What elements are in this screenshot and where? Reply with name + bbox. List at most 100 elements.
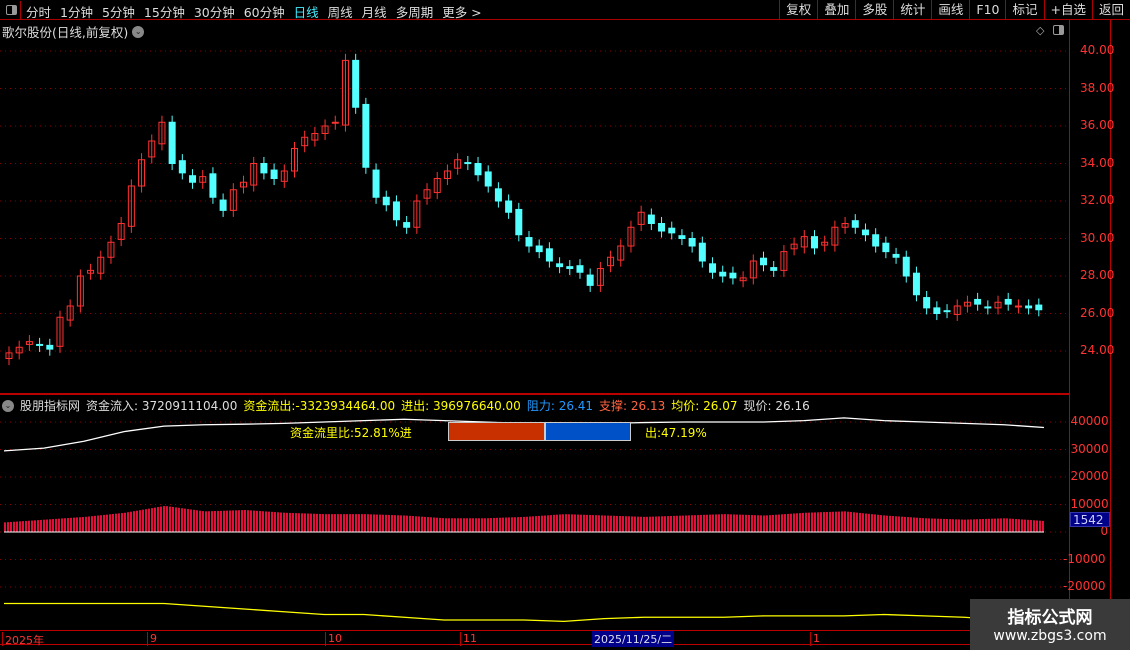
histogram-bar — [214, 511, 216, 532]
support-value: 26.13 — [630, 399, 666, 413]
histogram-bar — [739, 514, 741, 532]
toolbar-button[interactable]: 叠加 — [817, 0, 855, 20]
toolbar-button[interactable]: F10 — [969, 0, 1005, 20]
candle-body — [984, 306, 992, 309]
inflow-ratio-bar — [448, 422, 545, 441]
histogram-bar — [91, 516, 93, 532]
histogram-bar — [301, 513, 303, 532]
price-tick-label: 40.00 — [1080, 43, 1115, 57]
histogram-bar — [295, 513, 297, 532]
avg-label: 均价: — [671, 399, 700, 413]
inflow-label: 资金流入: — [86, 399, 139, 413]
histogram-bar — [460, 518, 462, 532]
histogram-bar — [379, 514, 381, 532]
histogram-bar — [121, 513, 123, 532]
chevron-down-icon[interactable]: ⌄ — [2, 399, 14, 412]
candle-body — [586, 274, 594, 286]
current-value-tag: 1542 — [1070, 512, 1110, 527]
histogram-bar — [22, 521, 24, 532]
histogram-bar — [562, 514, 564, 532]
histogram-bar — [232, 510, 234, 532]
histogram-bar — [634, 516, 636, 532]
histogram-bar — [79, 517, 81, 532]
tab-period[interactable]: 30分钟 — [194, 2, 235, 21]
histogram-bar — [307, 513, 309, 532]
candle-body — [352, 59, 360, 108]
histogram-bar — [859, 512, 861, 532]
date-tick-label: 2025年 — [2, 632, 44, 647]
toolbar-button[interactable]: 统计 — [893, 0, 931, 20]
histogram-bar — [676, 515, 678, 532]
histogram-bar — [742, 514, 744, 532]
histogram-bar — [517, 517, 519, 532]
histogram-bar — [985, 518, 987, 532]
histogram-bar — [973, 519, 975, 532]
histogram-bar — [637, 516, 639, 532]
toolbar-button[interactable]: 复权 — [779, 0, 817, 20]
candle-body — [912, 272, 920, 296]
histogram-bar — [910, 517, 912, 532]
histogram-bar — [1039, 520, 1041, 532]
candle-body — [331, 121, 339, 124]
tab-period[interactable]: 多周期 — [396, 2, 434, 21]
candle-body — [974, 298, 982, 305]
support-label: 支撑: — [599, 399, 628, 413]
price-tick-label: 36.00 — [1080, 118, 1115, 132]
histogram-bar — [553, 514, 555, 532]
price-tick-label: 38.00 — [1080, 80, 1115, 95]
tab-period[interactable]: 1分钟 — [60, 2, 93, 21]
histogram-bar — [388, 514, 390, 532]
histogram-bar — [505, 517, 507, 532]
histogram-bar — [49, 519, 51, 532]
tab-period[interactable]: 周线 — [328, 2, 353, 21]
toolbar-button[interactable]: 画线 — [931, 0, 969, 20]
histogram-bar — [874, 514, 876, 532]
ratio-out-text: 出:47.19% — [645, 426, 707, 440]
tab-period[interactable]: 60分钟 — [244, 2, 285, 21]
tab-period[interactable]: 15分钟 — [144, 2, 185, 21]
histogram-bar — [55, 518, 57, 532]
candle-body — [362, 103, 370, 168]
histogram-bar — [106, 514, 108, 532]
histogram-bar — [871, 514, 873, 532]
histogram-bar — [67, 518, 69, 532]
chart-canvas[interactable] — [0, 20, 1070, 630]
histogram-bar — [430, 517, 432, 532]
watermark-title: 指标公式网 — [1007, 608, 1093, 628]
histogram-bar — [913, 517, 915, 532]
tab-period[interactable]: 月线 — [362, 2, 387, 21]
histogram-bar — [472, 518, 474, 532]
toolbar-button[interactable]: 标记 — [1005, 0, 1043, 20]
yellow-flow-line — [4, 602, 1044, 623]
histogram-bar — [1030, 520, 1032, 532]
candle-body — [168, 121, 176, 164]
histogram-bar — [322, 514, 324, 532]
histogram-bar — [319, 513, 321, 532]
histogram-bar — [829, 511, 831, 532]
toolbar-button[interactable]: 返回 — [1091, 0, 1130, 20]
tab-period[interactable]: 日线 — [294, 2, 319, 21]
net-label: 进出: — [401, 399, 430, 413]
histogram-bar — [316, 513, 318, 532]
top-toolbar: 分时 1分钟 5分钟 15分钟 30分钟 60分钟 日线 周线 月线 多周期 更多 > 复权 叠加 多股… — [0, 0, 1130, 20]
tab-period[interactable]: 更多 > — [442, 2, 481, 21]
candle-body — [698, 242, 706, 262]
right-panel-divider — [1110, 20, 1111, 650]
histogram-bar — [52, 519, 54, 532]
candle-body — [189, 175, 197, 183]
candle-body — [219, 199, 227, 211]
candle-body — [178, 160, 186, 174]
panel-toggle-button[interactable] — [2, 1, 21, 19]
histogram-bar — [832, 511, 834, 532]
toolbar-button[interactable]: +自选 — [1043, 0, 1092, 20]
pane-separator[interactable] — [0, 393, 1070, 395]
indicator-tick-label: -10000 — [1063, 551, 1106, 566]
tab-period[interactable]: 分时 — [26, 2, 51, 21]
indicator-name[interactable]: 股朋指标网 — [20, 397, 80, 414]
histogram-bar — [25, 520, 27, 532]
histogram-bar — [13, 521, 15, 532]
toolbar-button[interactable]: 多股 — [855, 0, 893, 20]
price-tick-label: 24.00 — [1080, 343, 1115, 357]
tab-period[interactable]: 5分钟 — [102, 2, 135, 21]
histogram-bar — [847, 511, 849, 532]
